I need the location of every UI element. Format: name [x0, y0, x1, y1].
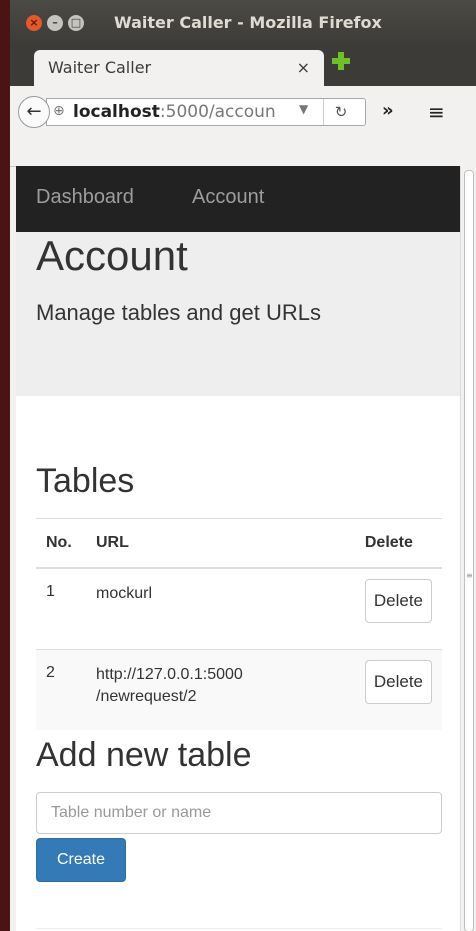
url-bar[interactable]: ⊕ localhost:5000/accoun ▼ ↻ — [46, 98, 366, 126]
site-navbar: Dashboard Account — [16, 166, 460, 232]
page-subtitle: Manage tables and get URLs — [36, 300, 321, 325]
tab-title: Waiter Caller — [48, 58, 152, 77]
window-minimize-button[interactable]: – — [47, 15, 63, 31]
tab-strip: Waiter Caller × — [10, 46, 476, 86]
table-row: 2 http://127.0.0.1:5000 /newrequest/2 De… — [36, 649, 442, 730]
table-cell-delete: Delete — [354, 649, 442, 730]
nav-link-account[interactable]: Account — [192, 186, 264, 209]
tables-heading: Tables — [36, 462, 135, 500]
hamburger-menu-icon[interactable]: ≡ — [428, 100, 445, 124]
jumbotron: Account Manage tables and get URLs — [16, 232, 460, 396]
back-arrow-icon: ← — [26, 101, 42, 122]
table-cell-no: 1 — [36, 567, 86, 650]
scrollbar-thumb[interactable]: ≡ — [464, 170, 474, 931]
browser-tab[interactable]: Waiter Caller × — [34, 50, 324, 86]
url-text: localhost:5000/accoun — [73, 102, 276, 122]
desktop-edge — [0, 0, 10, 931]
scrollbar-grip-icon: ≡ — [466, 571, 473, 580]
table-url-text: mockurl — [96, 585, 153, 602]
table-cell-delete: Delete — [354, 567, 442, 650]
window-title: Waiter Caller - Mozilla Firefox — [114, 13, 382, 32]
toolbar-overflow-icon[interactable]: » — [382, 100, 394, 121]
table-name-placeholder: Table number or name — [51, 804, 212, 821]
table-cell-url: mockurl — [86, 567, 355, 650]
browser-toolbar: ⊕ localhost:5000/accoun ▼ ↻ ← » ≡ — [10, 86, 476, 167]
vertical-scrollbar[interactable]: ≡ — [460, 166, 476, 931]
column-header-delete: Delete — [354, 518, 442, 569]
table-url-text: /newrequest/2 — [96, 688, 197, 705]
back-button[interactable]: ← — [18, 96, 50, 128]
globe-icon: ⊕ — [53, 103, 65, 119]
page-title: Account — [36, 232, 188, 279]
new-tab-icon[interactable] — [332, 52, 350, 70]
page-content: Dashboard Account Account Manage tables … — [16, 166, 460, 931]
table-url-text: http://127.0.0.1:5000 — [96, 666, 243, 683]
delete-button[interactable]: Delete — [364, 660, 432, 704]
table-cell-no: 2 — [36, 649, 86, 730]
add-table-heading: Add new table — [36, 736, 252, 774]
tab-close-icon[interactable]: × — [297, 58, 310, 77]
divider — [36, 928, 442, 929]
tables-table: No. URL Delete 1 mockurl Delete 2 http:/… — [36, 518, 442, 730]
window-titlebar: × – □ Waiter Caller - Mozilla Firefox — [10, 0, 476, 46]
table-name-input[interactable]: Table number or name — [36, 792, 442, 834]
table-header-row: No. URL Delete — [36, 518, 442, 569]
create-button[interactable]: Create — [36, 838, 126, 882]
window-maximize-button[interactable]: □ — [68, 15, 84, 31]
table-cell-url: http://127.0.0.1:5000 /newrequest/2 — [86, 649, 355, 730]
window-close-button[interactable]: × — [26, 15, 42, 31]
url-dropdown-icon[interactable]: ▼ — [299, 102, 308, 116]
table-row: 1 mockurl Delete — [36, 567, 442, 650]
nav-link-dashboard[interactable]: Dashboard — [36, 186, 134, 209]
column-header-no: No. — [36, 518, 86, 569]
browser-window: × – □ Waiter Caller - Mozilla Firefox Wa… — [10, 0, 476, 931]
column-header-url: URL — [86, 518, 355, 569]
delete-button[interactable]: Delete — [364, 579, 432, 623]
reload-icon[interactable]: ↻ — [323, 99, 358, 125]
